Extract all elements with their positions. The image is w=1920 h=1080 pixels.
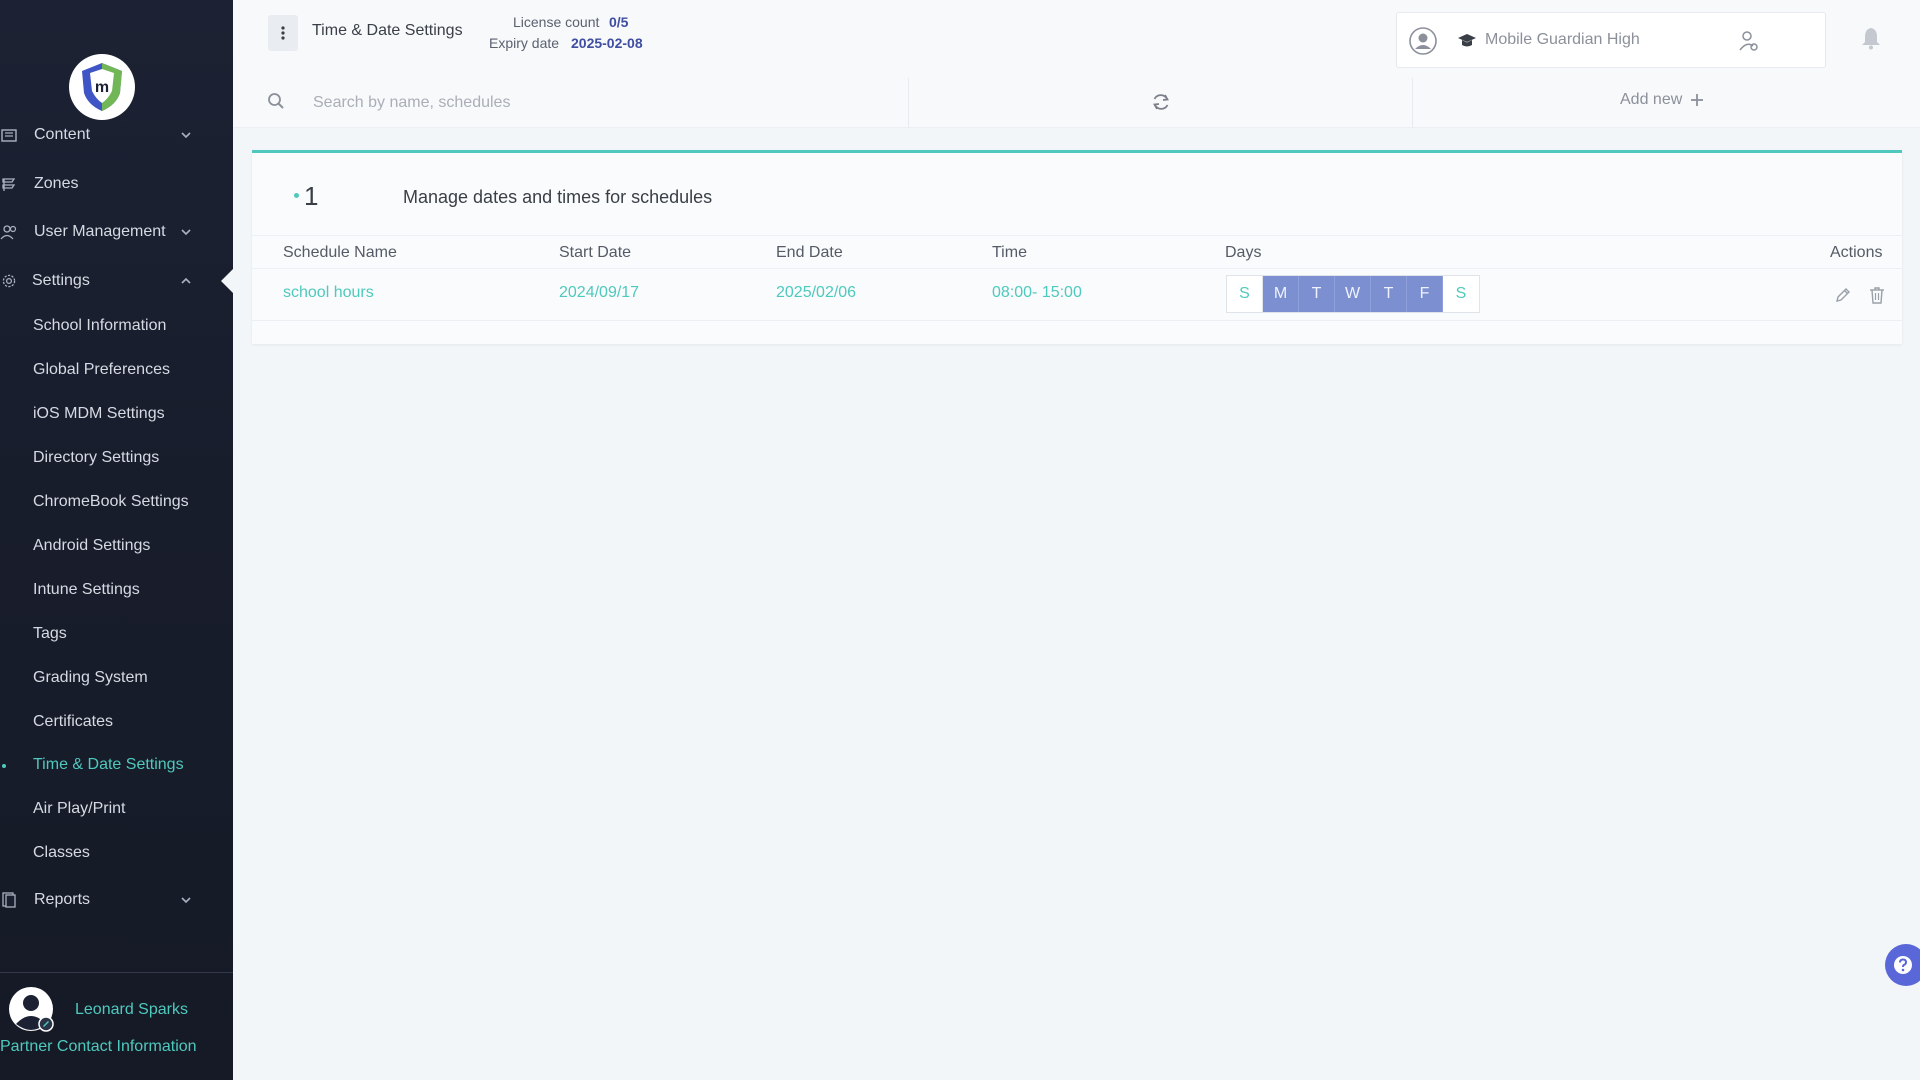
more-menu-button[interactable] — [268, 15, 298, 51]
gear-icon — [0, 272, 18, 290]
trash-icon[interactable] — [1869, 286, 1885, 304]
days-selector: S M T W T F S — [1226, 275, 1480, 313]
day-toggle-sunday[interactable]: S — [1227, 276, 1263, 312]
schedule-name-link[interactable]: school hours — [283, 284, 374, 302]
sidebar-subitem-classes[interactable]: Classes — [33, 839, 90, 867]
school-name: Mobile Guardian High — [1485, 31, 1640, 48]
active-indicator-dot — [2, 764, 6, 768]
kebab-icon — [281, 26, 285, 40]
toolbar-divider — [908, 78, 909, 128]
sidebar-subitem-school-information[interactable]: School Information — [33, 312, 166, 340]
day-toggle-friday[interactable]: F — [1407, 276, 1443, 312]
column-header-days: Days — [1225, 244, 1262, 261]
active-section-pointer — [221, 268, 234, 294]
sidebar-subitem-time-date-settings[interactable]: Time & Date Settings — [33, 751, 184, 779]
expiry-date-value: 2025-02-08 — [571, 35, 643, 51]
sidebar-item-label: Content — [34, 126, 91, 143]
license-count-label: License count — [513, 14, 600, 30]
chevron-up-icon — [181, 277, 191, 284]
sidebar-item-zones[interactable]: Zones — [0, 164, 233, 204]
add-new-button[interactable]: Add new — [1620, 91, 1704, 109]
column-header-end-date: End Date — [776, 244, 843, 261]
search-icon — [268, 93, 284, 109]
toolbar-divider — [1412, 78, 1413, 128]
card-subtitle: Manage dates and times for schedules — [403, 187, 713, 207]
day-toggle-wednesday[interactable]: W — [1335, 276, 1371, 312]
day-toggle-tuesday[interactable]: T — [1299, 276, 1335, 312]
search-input[interactable] — [313, 88, 873, 118]
sidebar-subitem-ios-mdm-settings[interactable]: iOS MDM Settings — [33, 400, 165, 428]
sidebar-subitem-air-play-print[interactable]: Air Play/Print — [33, 795, 125, 823]
sidebar-divider — [0, 972, 233, 973]
app-logo[interactable]: m — [69, 54, 135, 120]
sidebar-subitem-directory-settings[interactable]: Directory Settings — [33, 444, 159, 472]
chevron-down-icon — [181, 132, 191, 139]
chevron-down-icon — [181, 897, 191, 904]
user-avatar-icon — [9, 987, 54, 1032]
column-header-actions: Actions — [1830, 244, 1883, 261]
sidebar-item-label: Reports — [34, 891, 91, 908]
sidebar-subitem-intune-settings[interactable]: Intune Settings — [33, 576, 140, 604]
sidebar: m Content Zones User Management Settings… — [0, 0, 234, 1080]
graduation-cap-icon — [1458, 34, 1476, 47]
add-new-label: Add new — [1620, 91, 1683, 108]
day-toggle-monday[interactable]: M — [1263, 276, 1299, 312]
page-title: Time & Date Settings — [312, 22, 463, 39]
license-count-value: 0/5 — [609, 14, 629, 30]
user-name[interactable]: Leonard Sparks — [75, 1001, 188, 1019]
sidebar-subitem-grading-system[interactable]: Grading System — [33, 664, 148, 692]
sidebar-item-label: User Management — [34, 223, 166, 240]
schedule-count: 1 — [304, 181, 319, 211]
end-date: 2025/02/06 — [776, 284, 857, 301]
edit-icon[interactable] — [1834, 286, 1852, 304]
sidebar-item-label: Settings — [32, 272, 90, 289]
sidebar-item-user-management[interactable]: User Management — [0, 212, 233, 252]
bell-icon[interactable] — [1860, 26, 1882, 50]
plus-icon — [1691, 94, 1704, 106]
top-header: Time & Date Settings License count 0/5 E… — [233, 0, 1920, 78]
sidebar-subitem-global-preferences[interactable]: Global Preferences — [33, 356, 170, 384]
users-icon — [0, 223, 18, 241]
column-header-time: Time — [992, 244, 1027, 261]
zones-icon — [0, 175, 18, 193]
table-row: school hours 2024/09/17 2025/02/06 08:00… — [252, 269, 1902, 321]
refresh-icon[interactable] — [1150, 91, 1172, 113]
sidebar-subitem-tags[interactable]: Tags — [33, 620, 67, 648]
time-range: 08:00- 15:00 — [992, 284, 1082, 301]
column-header-start-date: Start Date — [559, 244, 632, 261]
table-header: Schedule Name Start Date End Date Time D… — [252, 235, 1902, 269]
school-selector[interactable]: Mobile Guardian High — [1396, 12, 1826, 68]
user-avatar[interactable] — [8, 986, 54, 1032]
sidebar-item-label: Zones — [34, 175, 79, 192]
content-icon — [0, 126, 18, 144]
day-toggle-saturday[interactable]: S — [1443, 276, 1479, 312]
chevron-down-icon — [181, 229, 191, 236]
logo-letter: m — [95, 79, 109, 96]
sidebar-item-settings[interactable]: Settings — [0, 261, 233, 301]
toolbar: Add new — [233, 78, 1920, 128]
partner-contact-link[interactable]: Partner Contact Information — [0, 1038, 197, 1056]
shield-logo-icon: m — [82, 63, 122, 111]
sidebar-subitem-certificates[interactable]: Certificates — [33, 708, 113, 736]
question-icon — [1894, 956, 1912, 974]
user-settings-icon[interactable] — [1737, 29, 1761, 53]
sidebar-item-reports[interactable]: Reports — [0, 880, 233, 920]
profile-icon — [1409, 27, 1437, 55]
sidebar-subitem-chromebook-settings[interactable]: ChromeBook Settings — [33, 488, 189, 516]
day-toggle-thursday[interactable]: T — [1371, 276, 1407, 312]
help-button[interactable] — [1885, 944, 1920, 986]
schedules-card: 1 Manage dates and times for schedules S… — [252, 150, 1902, 344]
column-header-schedule-name: Schedule Name — [283, 244, 397, 261]
count-dot — [294, 193, 299, 198]
reports-icon — [0, 891, 18, 909]
start-date: 2024/09/17 — [559, 284, 640, 301]
sidebar-subitem-android-settings[interactable]: Android Settings — [33, 532, 150, 560]
expiry-date-label: Expiry date — [489, 35, 560, 51]
sidebar-item-content[interactable]: Content — [0, 115, 233, 155]
